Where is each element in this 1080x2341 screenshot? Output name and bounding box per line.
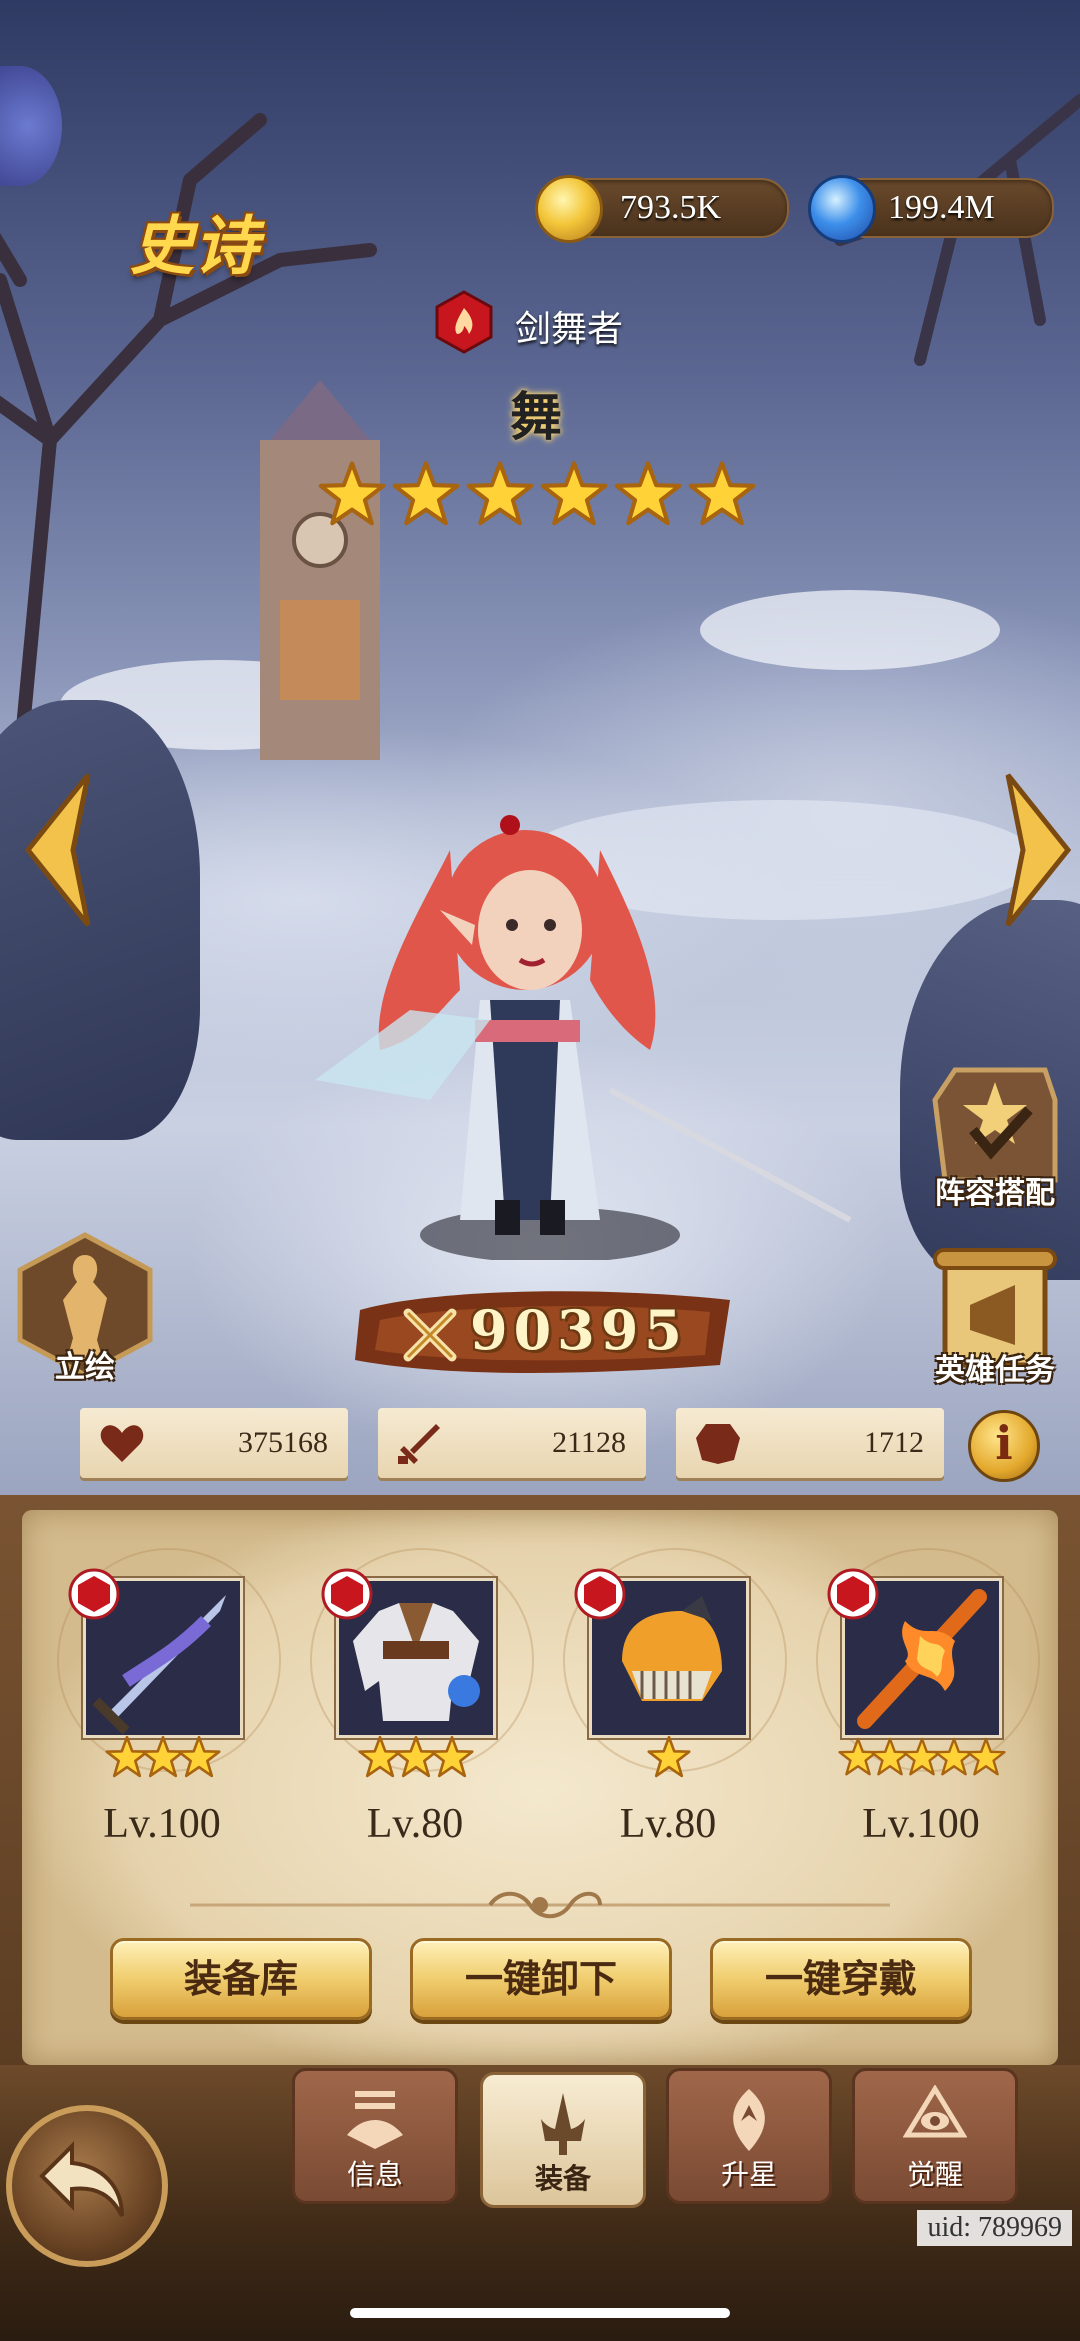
star-icon: [688, 461, 756, 526]
previous-hero-arrow-icon[interactable]: [18, 770, 108, 930]
star-icon: [392, 461, 460, 526]
tab-equipment[interactable]: 装备: [480, 2072, 646, 2208]
tab-awaken-label: 觉醒: [906, 2158, 963, 2191]
rarity-label: 史诗: [130, 209, 258, 284]
hero-name: 舞: [510, 388, 563, 448]
hero-quest-button[interactable]: 英雄任务: [920, 1245, 1070, 1415]
equip-all-button[interactable]: 一键穿戴: [710, 1938, 972, 2020]
portrait-button[interactable]: 立绘: [15, 1230, 165, 1400]
tab-star-up-label: 升星: [720, 2158, 777, 2191]
back-button[interactable]: [6, 2105, 168, 2267]
defense-value: 1712: [864, 1426, 924, 1459]
star-icon: [966, 1737, 1006, 1776]
combat-power-value: 90395: [470, 1298, 688, 1362]
bare-tree: [834, 94, 1080, 366]
sword-stat-icon: [398, 1424, 440, 1464]
ornament-divider: [190, 1891, 890, 1919]
potion-icon: [808, 175, 876, 243]
tab-star-up[interactable]: 升星: [666, 2068, 832, 2204]
hero-character: [315, 815, 852, 1260]
star-icon: [430, 1735, 474, 1778]
star-icon: [318, 461, 386, 526]
hero-class: 剑舞者: [515, 309, 624, 350]
star-icon: [177, 1735, 221, 1778]
fire-faction-badge-icon: [574, 1568, 626, 1620]
equipment-level: Lv.80: [619, 1801, 717, 1847]
equipment-level: Lv.80: [366, 1801, 464, 1847]
awaken-eye-icon: [903, 2085, 967, 2138]
equipment-stars: [838, 1735, 1006, 1785]
star-icon: [466, 461, 534, 526]
equipment-stars: [336, 1735, 496, 1785]
hero-star-rating: [318, 460, 768, 530]
portrait-label: 立绘: [55, 1350, 115, 1385]
tab-equipment-label: 装备: [534, 2162, 591, 2195]
equipment-stars: [83, 1735, 243, 1785]
fire-faction-icon: [435, 290, 493, 354]
equipment-stars: [589, 1735, 749, 1785]
armory-button[interactable]: 装备库: [110, 1938, 372, 2020]
hp-value: 375168: [238, 1426, 328, 1459]
clock-tower: [260, 380, 380, 760]
hero-quest-label: 英雄任务: [935, 1353, 1055, 1388]
attack-value: 21128: [552, 1426, 626, 1459]
tab-info[interactable]: 信息: [292, 2068, 458, 2204]
equipment-level: Lv.100: [862, 1801, 980, 1847]
info-tab-icon: [347, 2091, 403, 2149]
attack-stat: 21128: [378, 1408, 646, 1478]
cloud: [700, 590, 1000, 670]
unequip-all-button[interactable]: 一键卸下: [410, 1938, 672, 2020]
defense-stat: 1712: [676, 1408, 944, 1478]
next-hero-arrow-icon[interactable]: [988, 770, 1078, 930]
shield-stat-icon: [696, 1424, 740, 1464]
formation-button[interactable]: 阵容搭配: [920, 1060, 1070, 1230]
user-id: uid: 789969: [917, 2210, 1072, 2246]
equipment-tab-icon: [541, 2093, 585, 2155]
tab-info-label: 信息: [346, 2158, 403, 2191]
crossed-swords-icon: [403, 1308, 457, 1362]
star-up-tab-icon: [733, 2089, 765, 2151]
gold-amount: 793.5K: [620, 189, 722, 226]
star-icon: [614, 461, 682, 526]
back-arrow-icon: [39, 2141, 124, 2217]
home-indicator[interactable]: [350, 2308, 730, 2318]
star-icon: [647, 1735, 691, 1778]
equipment-level: Lv.100: [103, 1801, 221, 1847]
info-button[interactable]: i: [968, 1410, 1040, 1482]
star-icon: [540, 461, 608, 526]
gold-coin-icon: [535, 175, 603, 243]
heart-icon: [100, 1425, 144, 1462]
potion-amount: 199.4M: [888, 189, 995, 226]
formation-label: 阵容搭配: [935, 1176, 1055, 1211]
fire-faction-badge-icon: [827, 1568, 879, 1620]
fire-faction-badge-icon: [321, 1568, 373, 1620]
fire-faction-badge-icon: [68, 1568, 120, 1620]
hp-stat: 375168: [80, 1408, 348, 1478]
tab-awaken[interactable]: 觉醒: [852, 2068, 1018, 2204]
